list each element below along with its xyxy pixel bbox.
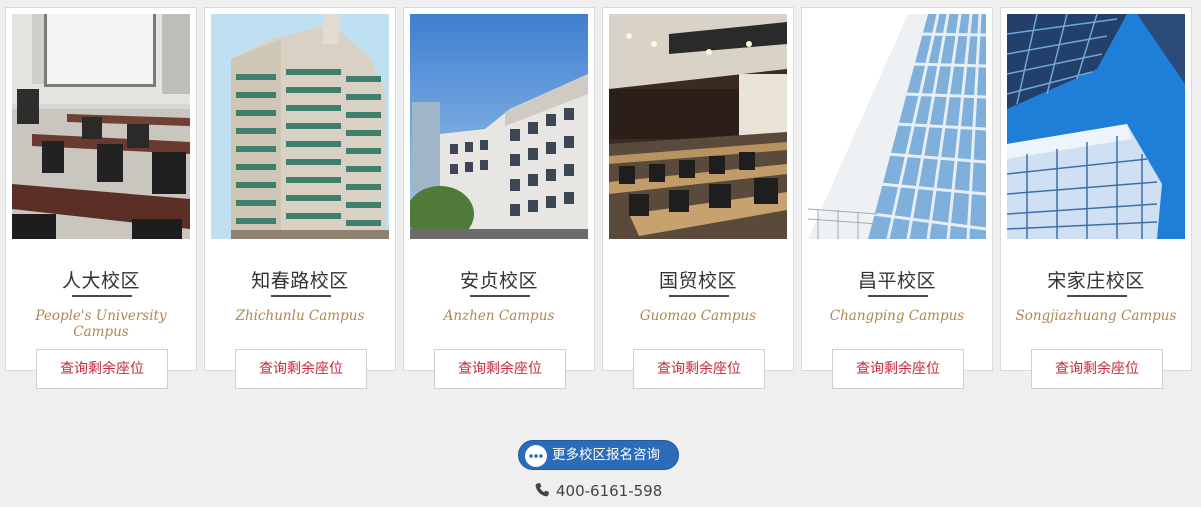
check-seats-button[interactable]: 查询剩余座位 [832,349,964,389]
lecture-hall-photo[interactable] [609,14,787,239]
check-seats-button[interactable]: 查询剩余座位 [36,349,168,389]
check-seats-button[interactable]: 查询剩余座位 [1031,349,1163,389]
check-seats-button[interactable]: 查询剩余座位 [434,349,566,389]
phone-contact: 400-6161-598 [534,480,662,502]
check-seats-button[interactable]: 查询剩余座位 [235,349,367,389]
campus-card: 人大校区 People's University Campus 查询剩余座位 [5,7,197,389]
campus-name-cn: 人大校区 [61,270,140,292]
office-tower-photo[interactable] [211,14,389,239]
campus-name-en: Songjiazhuang Campus [1015,308,1177,324]
campus-card-list: 人大校区 People's University Campus 查询剩余座位 知… [5,7,1197,389]
campus-name-en: Zhichunlu Campus [235,308,365,324]
name-underline [1067,295,1127,297]
name-underline [868,295,928,297]
glass-facade-photo[interactable] [808,14,986,239]
office-building-photo[interactable] [410,14,588,239]
name-underline [470,295,530,297]
campus-name-en: Anzhen Campus [443,308,555,324]
campus-name-cn: 安贞校区 [459,270,538,292]
campus-name-en: Guomao Campus [639,308,757,324]
name-underline [72,295,132,297]
check-seats-button[interactable]: 查询剩余座位 [633,349,765,389]
campus-card: 国贸校区 Guomao Campus 查询剩余座位 [602,7,794,389]
classroom-photo[interactable] [12,14,190,239]
campus-card: 知春路校区 Zhichunlu Campus 查询剩余座位 [204,7,396,389]
campus-page: 人大校区 People's University Campus 查询剩余座位 知… [0,0,1201,507]
chat-bubble-icon [525,445,547,467]
campus-name-en: People's University Campus [35,308,167,340]
campus-name-cn: 国贸校区 [658,270,737,292]
phone-number[interactable]: 400-6161-598 [556,482,662,500]
campus-name-cn: 宋家庄校区 [1047,270,1145,292]
campus-card: 安贞校区 Anzhen Campus 查询剩余座位 [403,7,595,389]
campus-name-en: Changping Campus [829,308,965,324]
campus-name-cn: 昌平校区 [857,270,936,292]
campus-card: 宋家庄校区 Songjiazhuang Campus 查询剩余座位 [1000,7,1192,389]
consult-label: 更多校区报名咨询 [552,447,660,463]
skyscrapers-photo[interactable] [1007,14,1185,239]
more-campus-consult-button[interactable]: 更多校区报名咨询 [518,440,679,470]
campus-card: 昌平校区 Changping Campus 查询剩余座位 [801,7,993,389]
phone-icon [535,483,549,497]
name-underline [271,295,331,297]
name-underline [669,295,729,297]
campus-name-cn: 知春路校区 [251,270,349,292]
